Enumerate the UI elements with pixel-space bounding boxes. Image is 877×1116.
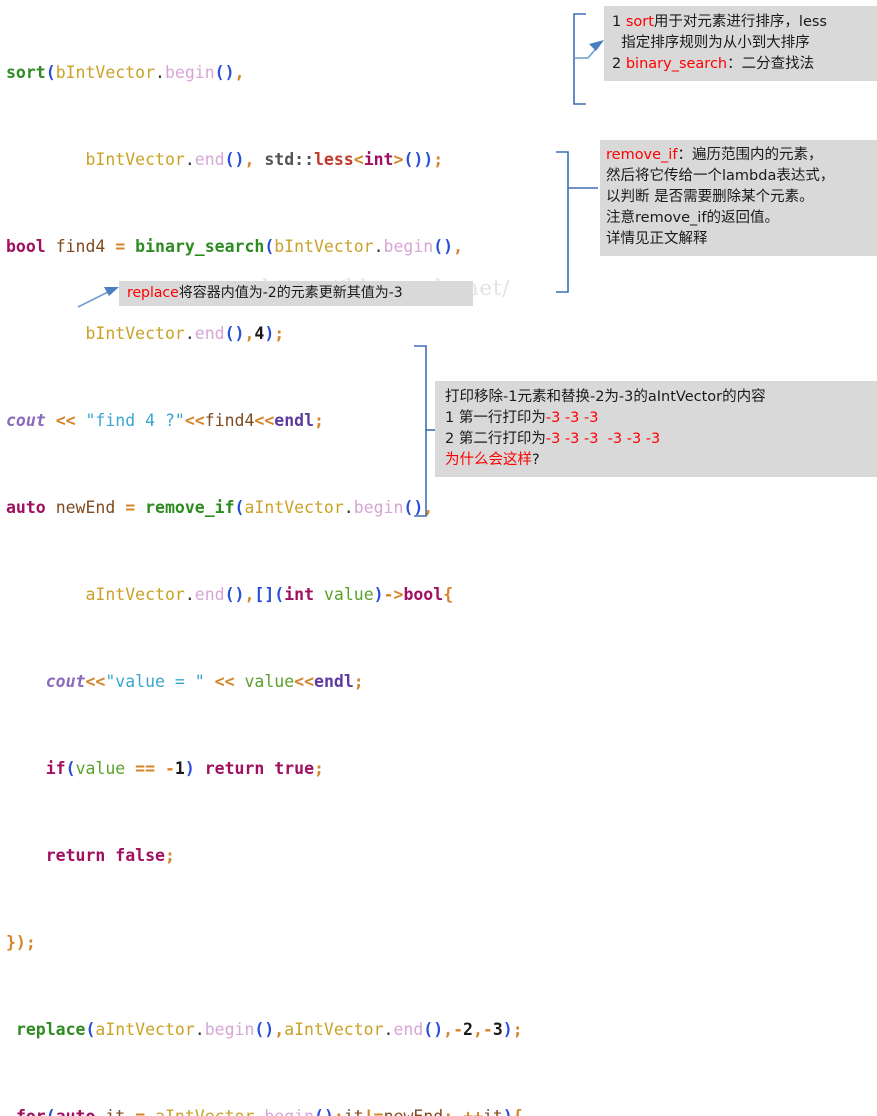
- bracket-output-block: [414, 345, 427, 517]
- annotation-text: 1: [612, 14, 626, 30]
- annotation-line: 然后将它传给一个lambda表达式，: [606, 166, 876, 187]
- annotation-remove-if: remove_if：遍历范围内的元素， 然后将它传给一个lambda表达式， 以判断…: [600, 140, 877, 256]
- code-line: cout<<"value = " << value<<endl;: [45, 672, 364, 691]
- annotation-line: 1 sort用于对元素进行排序，less: [612, 12, 876, 33]
- annotation-text: 2 第二行打印为: [445, 431, 546, 447]
- annotation-text: 详情见正文解释: [606, 231, 708, 247]
- annotation-line: 2 第二行打印为-3 -3 -3 -3 -3 -3: [445, 429, 873, 450]
- annotation-text: binary_search: [625, 56, 728, 72]
- annotation-output: 打印移除-1元素和替换-2为-3的aIntVector的内容 1 第一行打印为-3…: [435, 381, 877, 477]
- annotation-text: sort: [625, 14, 654, 30]
- bracket-remove-if-block: [556, 151, 569, 293]
- annotation-text: 指定排序规则为从小到大排序: [612, 35, 810, 51]
- annotation-line: 指定排序规则为从小到大排序: [612, 33, 876, 54]
- code-line: });: [6, 933, 36, 952]
- annotation-line: 以判断 是否需要删除某个元素。: [606, 187, 876, 208]
- annotation-line: 为什么会这样?: [445, 450, 873, 471]
- annotation-text: 为什么会这样: [445, 452, 532, 468]
- annotation-text: 用于对元素进行排序，less: [653, 14, 827, 30]
- arrow-head-replace: [104, 287, 119, 296]
- annotation-text: remove_if: [606, 147, 678, 163]
- screenshot-canvas: https://blog.csdn.net/ sort(bIntVector.b…: [0, 0, 877, 1116]
- annotation-replace: replace将容器内值为-2的元素更新其值为-3: [119, 281, 473, 306]
- annotation-line: remove_if：遍历范围内的元素，: [606, 145, 876, 166]
- annotation-text: ：二分查找法: [727, 56, 815, 72]
- annotation-text: -3 -3 -3: [545, 410, 599, 426]
- annotation-text: 将容器内值为-2的元素更新其值为-3: [178, 285, 403, 301]
- annotation-text: ?: [532, 452, 540, 468]
- annotation-text: 1 第一行打印为: [445, 410, 546, 426]
- annotation-line: replace将容器内值为-2的元素更新其值为-3: [127, 284, 467, 303]
- code-line: return false;: [45, 846, 175, 865]
- annotation-line: 打印移除-1元素和替换-2为-3的aIntVector的内容: [445, 387, 873, 408]
- annotation-text: ：遍历范围内的元素，: [677, 147, 823, 163]
- leader-line-replace: [77, 289, 113, 308]
- annotation-text: 2: [612, 56, 626, 72]
- bracket-sort-block: [573, 13, 586, 105]
- annotation-line: 2 binary_search：二分查找法: [612, 54, 876, 75]
- annotation-line: 详情见正文解释: [606, 229, 876, 250]
- code-line: replace(aIntVector.begin(),aIntVector.en…: [15, 1020, 523, 1039]
- annotation-text: 打印移除-1元素和替换-2为-3的aIntVector的内容: [445, 389, 766, 405]
- arrow-head-sort: [589, 40, 604, 51]
- annotation-line: 1 第一行打印为-3 -3 -3: [445, 408, 873, 429]
- annotation-line: 注意remove_if的返回值。: [606, 208, 876, 229]
- annotation-text: -3 -3 -3 -3 -3 -3: [545, 431, 661, 447]
- code-line: aIntVector.end(),[](int value)->bool{: [85, 585, 454, 604]
- annotation-text: replace: [127, 285, 179, 301]
- code-line: for(auto it = aIntVector.begin();it!=new…: [0, 1102, 523, 1116]
- annotation-sort-binary-search: 1 sort用于对元素进行排序，less 指定排序规则为从小到大排序 2 bina…: [604, 6, 877, 81]
- annotation-text: 然后将它传给一个lambda表达式，: [606, 168, 835, 184]
- code-line: if(value == -1) return true;: [45, 759, 324, 778]
- annotation-text: 注意remove_if的返回值。: [606, 210, 779, 226]
- annotation-text: 以判断 是否需要删除某个元素。: [606, 189, 814, 205]
